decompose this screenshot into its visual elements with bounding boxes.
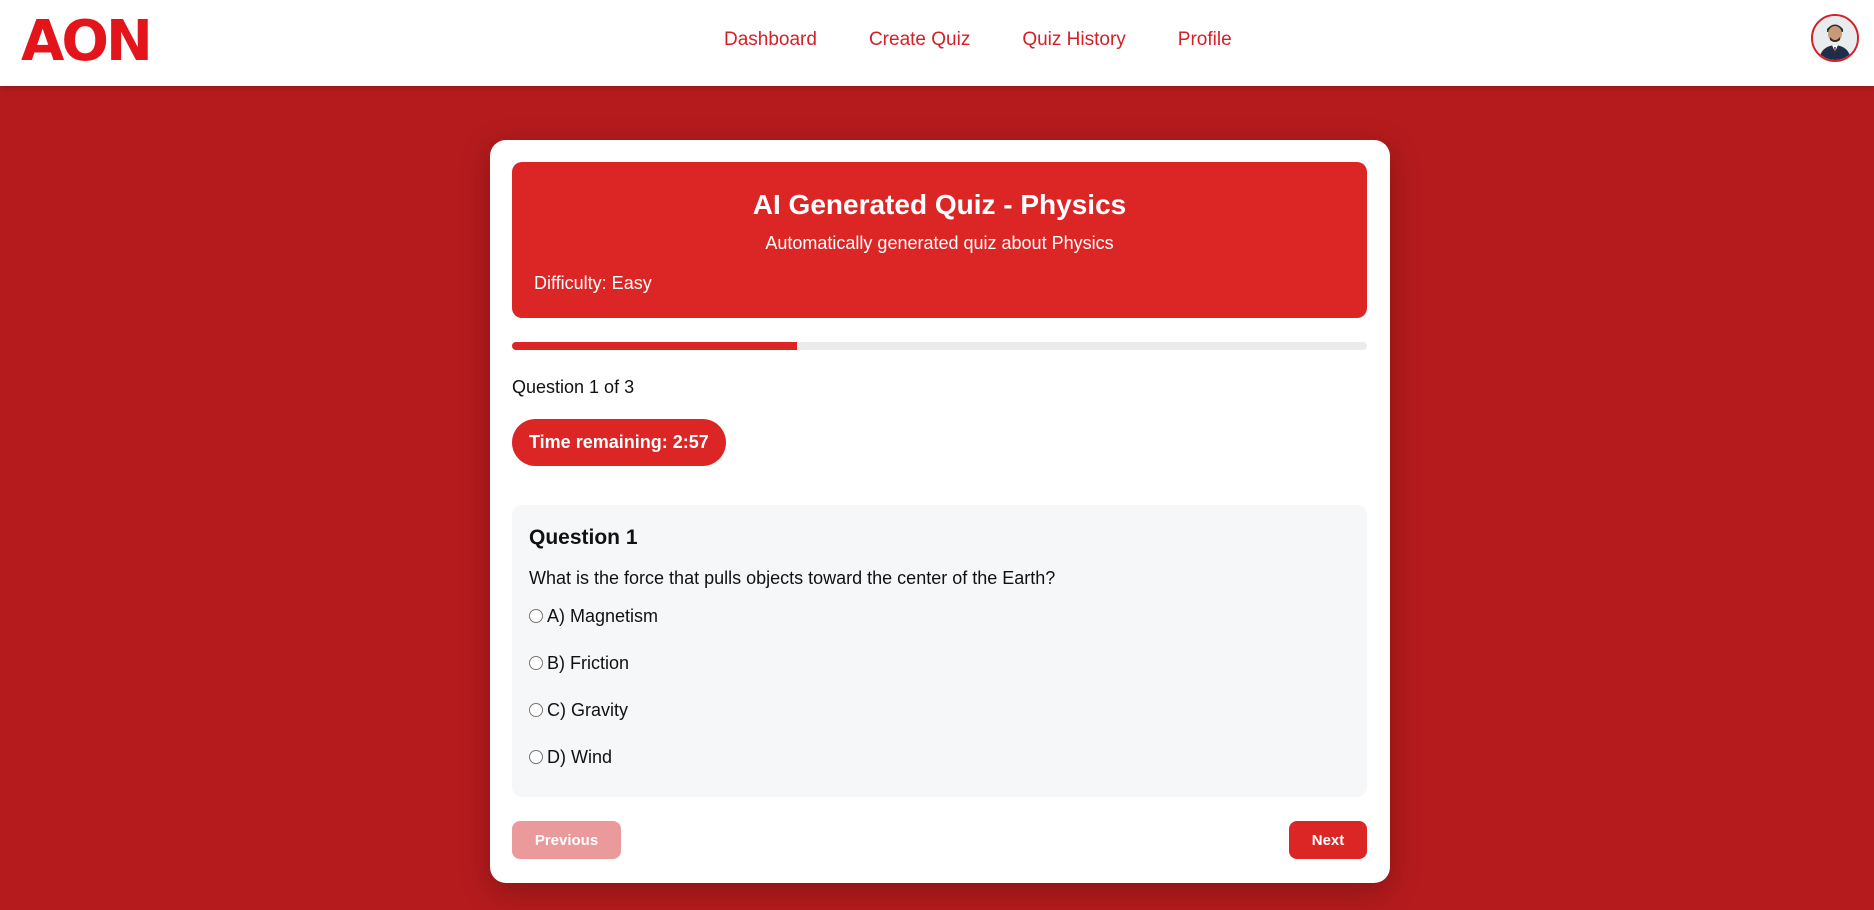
option-a[interactable]: A) Magnetism (529, 605, 658, 627)
top-navbar: AON Dashboard Create Quiz Quiz History P… (0, 0, 1874, 86)
timer-badge: Time remaining: 2:57 (512, 419, 726, 466)
option-c-label: C) Gravity (547, 699, 628, 720)
user-avatar[interactable] (1811, 14, 1859, 62)
user-avatar-icon (1813, 16, 1857, 60)
quiz-header: AI Generated Quiz - Physics Automaticall… (512, 162, 1367, 318)
quiz-card: AI Generated Quiz - Physics Automaticall… (490, 140, 1390, 883)
question-panel: Question 1 What is the force that pulls … (512, 505, 1367, 797)
next-button[interactable]: Next (1289, 821, 1367, 859)
option-a-label: A) Magnetism (547, 605, 659, 626)
option-b-label: B) Friction (547, 652, 630, 673)
nav-links: Dashboard Create Quiz Quiz History Profi… (724, 27, 1232, 53)
option-d-label: D) Wind (547, 746, 613, 767)
previous-button[interactable]: Previous (512, 821, 621, 859)
aon-logo[interactable]: AON (21, 12, 153, 72)
quiz-description: Automatically generated quiz about Physi… (765, 233, 1114, 253)
option-c-radio[interactable] (529, 703, 543, 717)
option-d-radio[interactable] (529, 750, 543, 764)
quiz-title: AI Generated Quiz - Physics (752, 189, 1127, 220)
question-text: What is the force that pulls objects tow… (529, 568, 1056, 588)
option-a-radio[interactable] (529, 609, 543, 623)
option-b[interactable]: B) Friction (529, 652, 658, 674)
nav-link-profile[interactable]: Profile (1178, 27, 1232, 53)
progress-bar (512, 342, 1367, 350)
question-counter: Question 1 of 3 (512, 377, 635, 397)
difficulty-label: Difficulty: Easy (534, 273, 652, 293)
nav-link-create-quiz[interactable]: Create Quiz (869, 27, 970, 53)
answer-options: A) Magnetism B) Friction C) Gravity D) W… (529, 605, 658, 793)
option-d[interactable]: D) Wind (529, 746, 658, 768)
option-b-radio[interactable] (529, 656, 543, 670)
option-c[interactable]: C) Gravity (529, 699, 658, 721)
nav-link-dashboard[interactable]: Dashboard (724, 27, 817, 53)
question-heading: Question 1 (529, 526, 638, 549)
nav-link-quiz-history[interactable]: Quiz History (1022, 27, 1125, 53)
progress-fill (512, 342, 797, 350)
